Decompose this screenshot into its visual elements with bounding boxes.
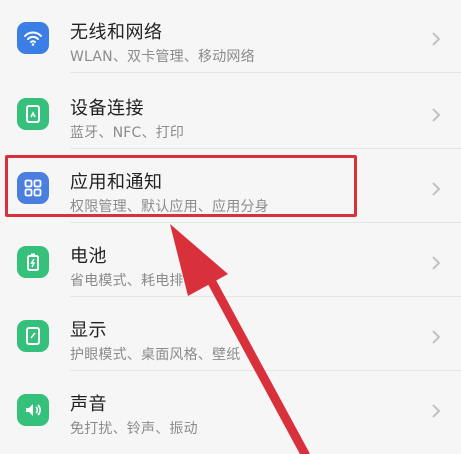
settings-item-wireless[interactable]: 无线和网络 WLAN、双卡管理、移动网络: [0, 0, 461, 73]
settings-item-display[interactable]: 显示 护眼模式、桌面风格、壁纸: [0, 298, 461, 371]
settings-item-title: 显示: [70, 320, 107, 341]
chevron-right-icon: [432, 108, 441, 122]
settings-item-subtitle: 护眼模式、桌面风格、壁纸: [70, 347, 241, 363]
settings-item-device-connection[interactable]: 设备连接 蓝牙、NFC、打印: [0, 76, 461, 149]
chevron-right-icon: [432, 330, 441, 344]
settings-item-subtitle: WLAN、双卡管理、移动网络: [70, 49, 255, 65]
chevron-right-icon: [432, 182, 441, 196]
settings-list: 无线和网络 WLAN、双卡管理、移动网络 设备连接 蓝牙、NFC、打印 应用和通…: [0, 0, 461, 454]
settings-item-title: 声音: [70, 394, 107, 415]
display-icon: [17, 320, 49, 352]
settings-item-battery[interactable]: 电池 省电模式、耗电排行: [0, 224, 461, 297]
settings-item-title: 无线和网络: [70, 22, 163, 43]
chevron-right-icon: [432, 404, 441, 418]
settings-item-title: 设备连接: [70, 98, 144, 119]
sound-icon: [17, 394, 49, 426]
chevron-right-icon: [432, 32, 441, 46]
settings-item-title: 电池: [70, 246, 107, 267]
settings-item-subtitle: 免打扰、铃声、振动: [70, 421, 198, 437]
settings-item-subtitle: 蓝牙、NFC、打印: [70, 125, 185, 141]
device-connect-icon: [17, 98, 49, 130]
settings-item-sound[interactable]: 声音 免打扰、铃声、振动: [0, 372, 461, 445]
settings-item-subtitle: 省电模式、耗电排行: [70, 273, 198, 289]
highlight-box: [5, 155, 357, 217]
chevron-right-icon: [432, 256, 441, 270]
battery-icon: [17, 246, 49, 278]
wifi-icon: [17, 22, 49, 54]
